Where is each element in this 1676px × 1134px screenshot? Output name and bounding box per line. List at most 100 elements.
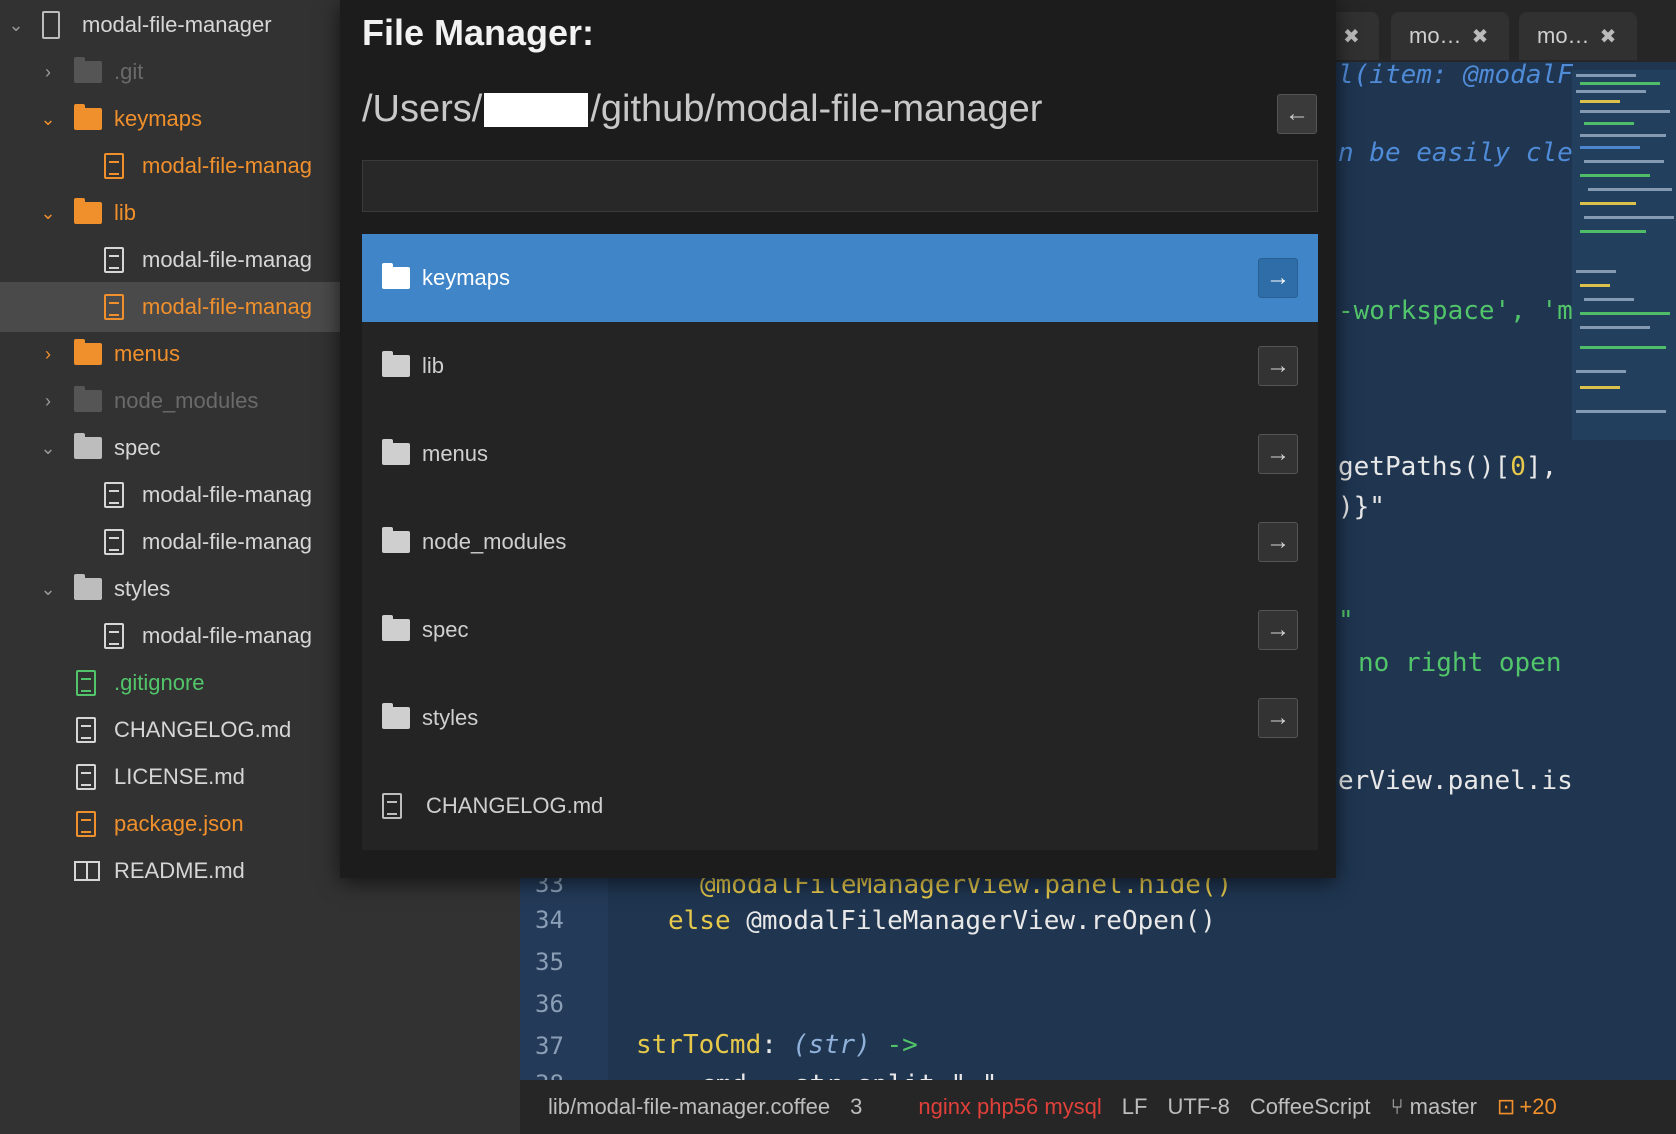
- list-item-label: lib: [422, 353, 445, 378]
- status-bar: lib/modal-file-manager.coffee 3 nginx ph…: [520, 1080, 1676, 1134]
- minimap-line: [1580, 202, 1636, 205]
- folder-icon: [74, 198, 102, 224]
- minimap-line: [1580, 110, 1670, 113]
- tree-item-label: modal-file-manag: [142, 623, 312, 648]
- list-item-label: CHANGELOG.md: [426, 793, 604, 818]
- code-line: n be easily cle: [1338, 138, 1573, 168]
- file-icon: [104, 247, 124, 273]
- chevron-down-icon: ⌄: [40, 437, 56, 458]
- list-item-changelog[interactable]: CHANGELOG.md: [362, 762, 1318, 852]
- code-token: ],: [1525, 452, 1558, 482]
- tab-label: mo…: [1409, 23, 1462, 48]
- tree-item-label: modal-file-manag: [142, 294, 312, 319]
- file-icon: [104, 529, 124, 555]
- code-token: (str): [792, 1030, 871, 1060]
- code-line: )}": [1338, 492, 1385, 522]
- list-item-spec[interactable]: spec →: [362, 586, 1318, 676]
- chevron-right-icon: ›: [45, 390, 51, 411]
- minimap-line: [1584, 122, 1634, 125]
- code-line: getPaths()[0],: [1338, 452, 1557, 482]
- chevron-down-icon: ⌄: [40, 108, 56, 129]
- line-number: 36: [535, 990, 564, 1018]
- file-icon: [76, 717, 96, 743]
- list-item-label: keymaps: [422, 265, 511, 290]
- folder-icon: [74, 433, 102, 459]
- code-line: l(item: @modalF: [1338, 60, 1573, 90]
- folder-icon: [74, 339, 102, 365]
- line-number: 35: [535, 948, 564, 976]
- folder-icon: [382, 703, 410, 729]
- minimap[interactable]: [1572, 70, 1676, 440]
- code-line: ": [1338, 606, 1354, 636]
- enter-folder-button[interactable]: →: [1258, 434, 1298, 474]
- back-button[interactable]: ←: [1277, 94, 1317, 134]
- tree-item-label: package.json: [114, 811, 244, 836]
- list-item-label: menus: [422, 441, 489, 466]
- folder-icon: [74, 104, 102, 130]
- close-icon[interactable]: ✖: [1472, 24, 1489, 49]
- enter-folder-button[interactable]: →: [1258, 698, 1298, 738]
- tree-root-label: modal-file-manager: [82, 12, 272, 37]
- minimap-line: [1580, 386, 1620, 389]
- code-line: strToCmd: (str) ->: [636, 1030, 918, 1060]
- list-item-label: styles: [422, 705, 479, 730]
- code-token: getPaths()[: [1338, 452, 1511, 482]
- tab-bar: ✖ mo… ✖ mo… ✖: [1323, 0, 1676, 62]
- code-line: erView.panel.is: [1338, 766, 1573, 796]
- status-line-ending[interactable]: LF: [1122, 1094, 1148, 1120]
- folder-icon: [382, 615, 410, 641]
- list-item-label: spec: [422, 617, 469, 642]
- folder-icon: [382, 263, 410, 289]
- minimap-line: [1580, 82, 1660, 85]
- redacted-username: [484, 92, 589, 127]
- code-token: ->: [870, 1030, 918, 1060]
- chevron-down-icon: ⌄: [8, 14, 24, 35]
- line-number-gutter: [520, 870, 608, 1080]
- file-icon: [382, 793, 402, 819]
- tree-item-label: node_modules: [114, 388, 259, 413]
- file-list: keymaps → lib → menus → node_modules → s…: [362, 234, 1318, 858]
- folder-icon: [382, 351, 410, 377]
- status-encoding[interactable]: UTF-8: [1167, 1094, 1229, 1120]
- status-cursor-position[interactable]: 3: [850, 1094, 862, 1120]
- file-icon: [76, 764, 96, 790]
- minimap-line: [1580, 230, 1646, 233]
- chevron-down-icon: ⌄: [40, 202, 56, 223]
- list-item-node-modules[interactable]: node_modules →: [362, 498, 1318, 588]
- path-prefix: /Users/: [362, 88, 483, 130]
- status-servers[interactable]: nginx php56 mysql: [918, 1094, 1101, 1120]
- tree-item-label: CHANGELOG.md: [114, 717, 292, 742]
- folder-icon: [382, 527, 410, 553]
- list-item-keymaps[interactable]: keymaps →: [362, 234, 1318, 324]
- tab-file[interactable]: mo… ✖: [1519, 12, 1637, 60]
- enter-folder-button[interactable]: →: [1258, 258, 1298, 298]
- tree-item-label: modal-file-manag: [142, 482, 312, 507]
- status-grammar[interactable]: CoffeeScript: [1250, 1094, 1371, 1120]
- enter-folder-button[interactable]: →: [1258, 346, 1298, 386]
- minimap-line: [1584, 160, 1664, 163]
- list-item-styles[interactable]: styles →: [362, 674, 1318, 764]
- close-icon[interactable]: ✖: [1600, 24, 1617, 49]
- file-manager-modal: File Manager: /Users/ /github/modal-file…: [340, 0, 1336, 878]
- chevron-right-icon: ›: [45, 343, 51, 364]
- list-item-menus[interactable]: menus →: [362, 410, 1318, 500]
- status-file-path[interactable]: lib/modal-file-manager.coffee: [548, 1094, 830, 1120]
- close-icon[interactable]: ✖: [1343, 24, 1360, 49]
- minimap-line: [1580, 146, 1640, 149]
- filter-input[interactable]: [362, 160, 1318, 212]
- tree-item-label: modal-file-manag: [142, 529, 312, 554]
- tree-item-label: modal-file-manag: [142, 153, 312, 178]
- tree-item-label: keymaps: [114, 106, 203, 131]
- enter-folder-button[interactable]: →: [1258, 610, 1298, 650]
- diff-icon: ⊡: [1496, 1094, 1516, 1119]
- folder-icon: [382, 439, 410, 465]
- status-branch[interactable]: master: [1410, 1094, 1477, 1120]
- tree-item-label: menus: [114, 341, 181, 366]
- enter-folder-button[interactable]: →: [1258, 522, 1298, 562]
- list-item-lib[interactable]: lib →: [362, 322, 1318, 412]
- minimap-line: [1580, 174, 1650, 177]
- status-diff-count[interactable]: +20: [1519, 1094, 1556, 1120]
- file-icon: [104, 294, 124, 320]
- tree-item-label: modal-file-manag: [142, 247, 312, 272]
- tab-file[interactable]: mo… ✖: [1391, 12, 1509, 60]
